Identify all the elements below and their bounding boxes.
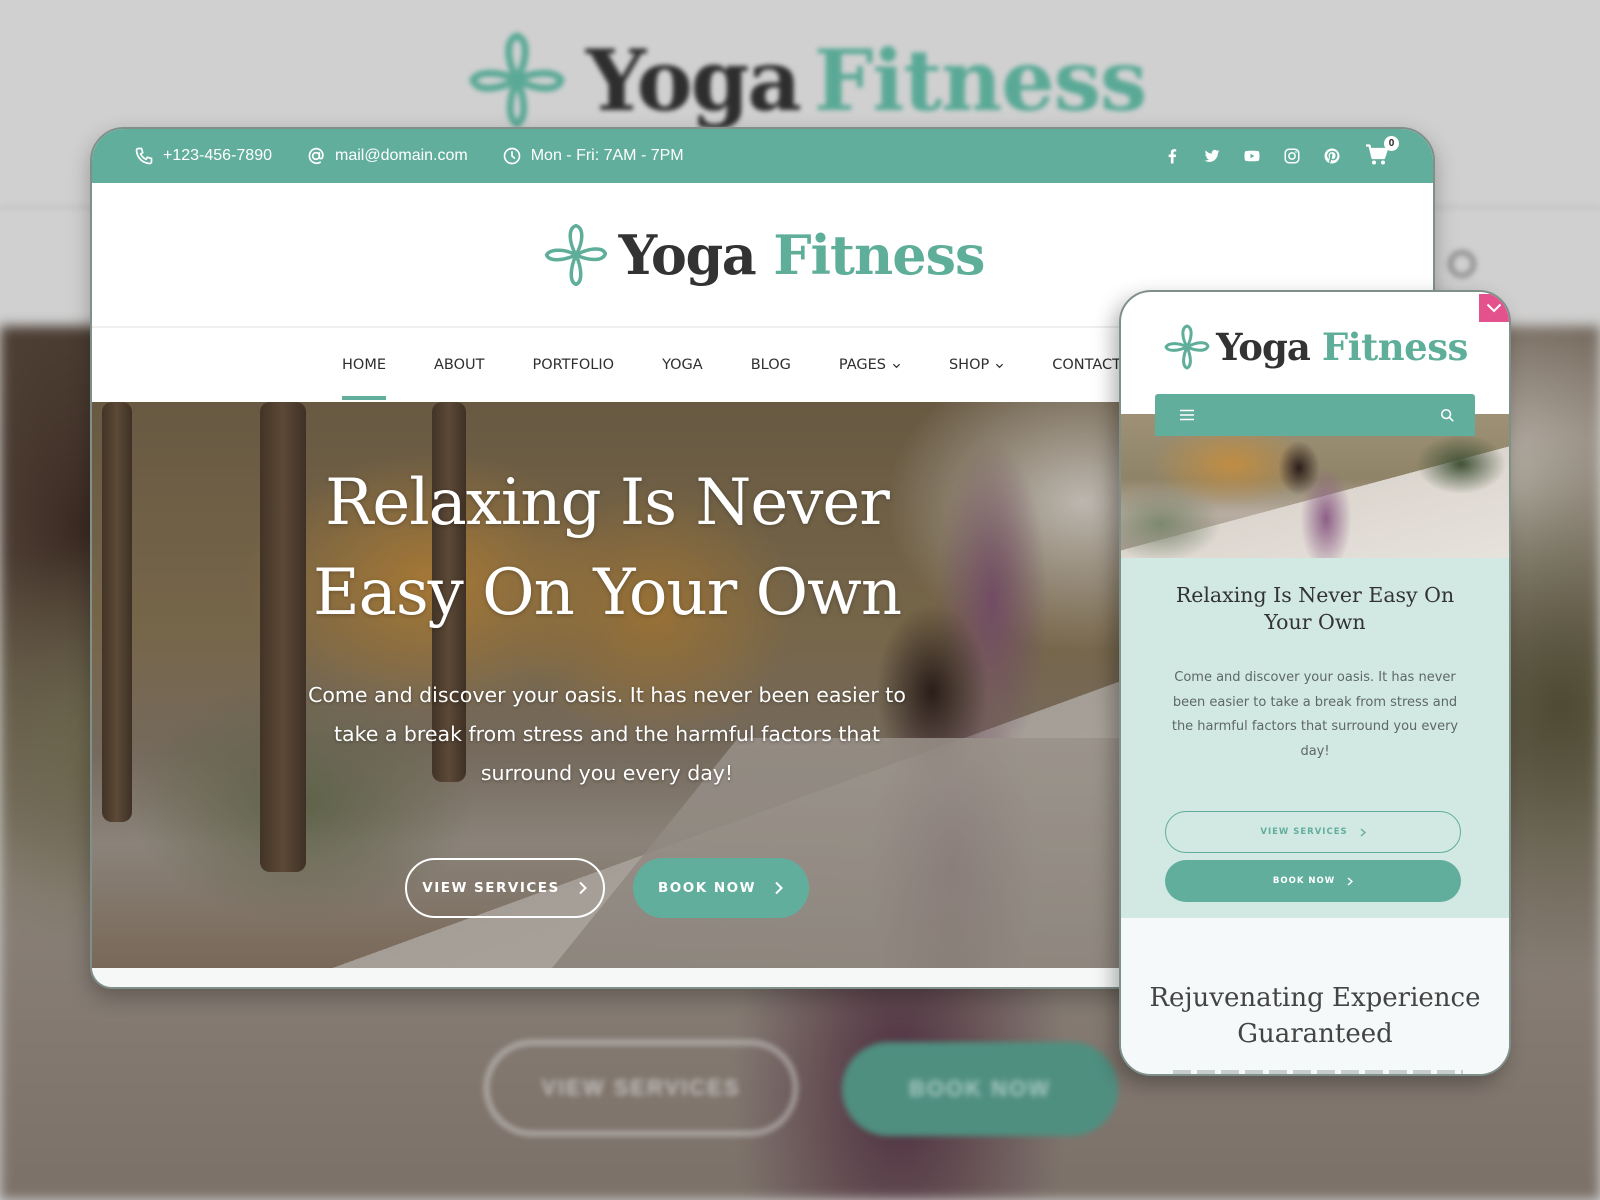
view-services-button[interactable]: VIEW SERVICES — [405, 858, 605, 918]
hero-content: Relaxing Is Never Easy On Your Own Come … — [92, 402, 1122, 968]
pinterest-icon[interactable] — [1321, 145, 1343, 167]
nav-label: PAGES — [838, 357, 886, 373]
button-label: VIEW SERVICES — [422, 880, 560, 896]
button-label: BOOK NOW — [1272, 876, 1336, 886]
chevron-right-icon — [579, 881, 587, 895]
background-logo: Yoga Fitness — [462, 30, 1147, 130]
mobile-logo-word-fitness: Fitness — [1321, 325, 1469, 369]
flower-icon — [469, 32, 565, 129]
phone-number: +123-456-7890 — [163, 147, 272, 164]
mobile-menu-bar — [1155, 394, 1475, 436]
facebook-icon[interactable] — [1161, 145, 1183, 167]
nav-item-about[interactable]: ABOUT — [434, 328, 485, 402]
flower-icon — [544, 223, 607, 286]
chevron-down-icon — [892, 363, 901, 368]
button-label: BOOK NOW — [657, 880, 757, 896]
mobile-hero-title: Relaxing Is Never Easy On Your Own — [1175, 583, 1455, 634]
cart-button[interactable]: 0 — [1365, 136, 1399, 168]
mobile-preview: Yoga Fitness Relaxing Is Never Easy On Y… — [1119, 290, 1511, 1076]
nav-label: YOGA — [662, 357, 703, 373]
search-icon[interactable] — [1439, 408, 1455, 422]
chevron-right-icon — [1360, 827, 1366, 837]
top-info-bar: +123-456-7890 mail@domain.com Mon - Fri:… — [92, 129, 1433, 183]
opening-hours: Mon - Fri: 7AM - 7PM — [502, 146, 684, 166]
hamburger-icon[interactable] — [1179, 408, 1195, 422]
nav-item-home[interactable]: HOME — [342, 328, 386, 402]
mobile-hero-section: Relaxing Is Never Easy On Your Own Come … — [1121, 558, 1509, 918]
background-search-icon — [1448, 250, 1476, 278]
hero-title-line1: Relaxing Is Never — [325, 466, 890, 540]
nav-label: CONTACT — [1052, 357, 1121, 373]
chevron-right-icon — [1347, 876, 1354, 886]
hours-text: Mon - Fri: 7AM - 7PM — [530, 147, 684, 164]
email-address: mail@domain.com — [334, 147, 468, 164]
nav-item-shop[interactable]: SHOP — [949, 328, 1004, 402]
phone-icon — [135, 147, 153, 165]
hero-title-line2: Easy On Your Own — [312, 556, 902, 630]
background-logo-word1: Yoga — [586, 30, 802, 130]
nav-label: PORTFOLIO — [532, 357, 615, 373]
nav-label: HOME — [342, 357, 386, 373]
logo-word-fitness: Fitness — [773, 222, 985, 287]
chevron-down-icon — [1486, 303, 1502, 313]
mobile-logo[interactable]: Yoga Fitness — [1121, 292, 1509, 396]
nav-item-contact[interactable]: CONTACT — [1052, 328, 1121, 402]
logo-word-yoga: Yoga — [618, 222, 757, 287]
book-now-button[interactable]: BOOK NOW — [633, 858, 809, 918]
youtube-icon[interactable] — [1241, 145, 1263, 167]
mobile-book-now-button[interactable]: BOOK NOW — [1165, 860, 1461, 902]
mobile-logo-word-yoga: Yoga — [1216, 325, 1311, 369]
mobile-toggle-button[interactable] — [1479, 294, 1509, 322]
hero-title: Relaxing Is Never Easy On Your Own — [92, 458, 1122, 638]
site-logo[interactable]: Yoga Fitness — [541, 220, 985, 290]
nav-item-yoga[interactable]: YOGA — [662, 328, 703, 402]
nav-item-pages[interactable]: PAGES — [839, 328, 901, 402]
cart-count-badge: 0 — [1384, 136, 1399, 151]
nav-item-portfolio[interactable]: PORTFOLIO — [533, 328, 615, 402]
background-book-now-button: BOOK NOW — [842, 1042, 1118, 1136]
nav-item-blog[interactable]: BLOG — [751, 328, 791, 402]
clock-icon — [503, 147, 521, 165]
email-contact[interactable]: mail@domain.com — [306, 146, 468, 166]
button-label: VIEW SERVICES — [1260, 827, 1348, 837]
flower-icon — [1164, 324, 1210, 370]
hero-buttons: VIEW SERVICES BOOK NOW — [92, 858, 1122, 918]
nav-label: BLOG — [750, 357, 791, 373]
hero-description: Come and discover your oasis. It has nev… — [308, 683, 906, 785]
background-view-services-button: VIEW SERVICES — [484, 1040, 798, 1136]
mobile-hero-description: Come and discover your oasis. It has nev… — [1171, 670, 1459, 759]
twitter-icon[interactable] — [1201, 145, 1223, 167]
instagram-icon[interactable] — [1281, 145, 1303, 167]
background-logo-word2: Fitness — [813, 30, 1147, 130]
mobile-section-text-cutoff — [1173, 1070, 1463, 1074]
nav-label: SHOP — [948, 357, 990, 373]
chevron-down-icon — [996, 363, 1004, 368]
mobile-features-section: Rejuvenating Experience Guaranteed — [1121, 918, 1509, 1074]
mobile-view-services-button[interactable]: VIEW SERVICES — [1165, 811, 1461, 853]
mobile-section-title: Rejuvenating Experience Guaranteed — [1149, 983, 1481, 1049]
at-icon — [308, 147, 324, 165]
social-links: 0 — [1161, 136, 1399, 168]
nav-label: ABOUT — [434, 357, 485, 373]
phone-contact[interactable]: +123-456-7890 — [134, 146, 272, 166]
chevron-right-icon — [775, 881, 783, 895]
